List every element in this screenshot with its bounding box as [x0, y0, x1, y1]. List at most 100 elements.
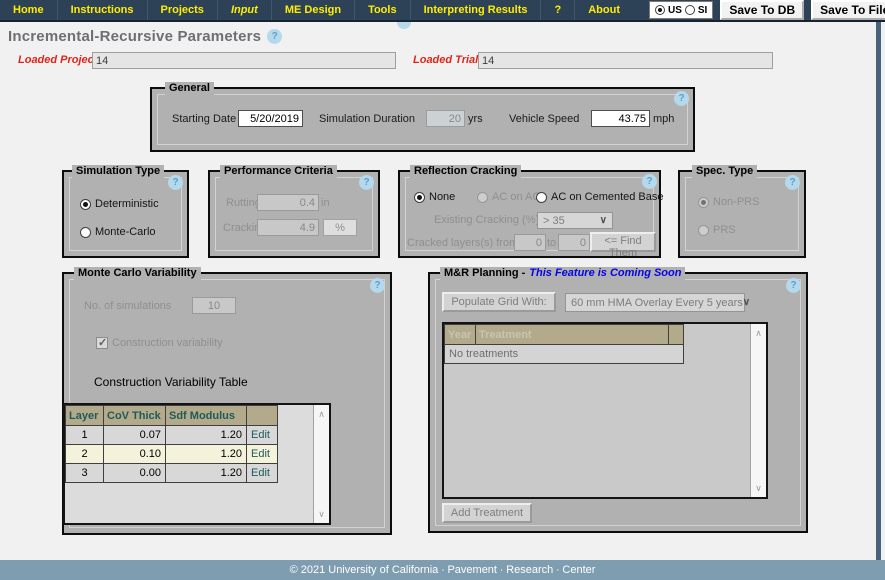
existing-cracking-dropdown: > 35 ∨ [537, 212, 613, 229]
loaded-project-label: Loaded Project: [18, 54, 101, 66]
simulation-type-title: Simulation Type [72, 165, 164, 178]
mr-planning-panel: M&R Planning - This Feature is Coming So… [428, 272, 808, 533]
us-units-label: US [668, 5, 682, 16]
col-sdf-modulus: Sdf Modulus [166, 406, 247, 426]
cell-cov: 0.07 [104, 426, 166, 445]
spec-type-groupbox [685, 177, 799, 251]
num-simulations-field [192, 297, 236, 314]
edit-link[interactable]: Edit [247, 464, 278, 483]
nav-item-projects[interactable]: Projects [147, 0, 217, 20]
chevron-down-icon: ∨ [743, 297, 750, 308]
nav-item-input[interactable]: Input [217, 0, 271, 20]
save-to-file-button[interactable]: Save To File [811, 0, 885, 20]
mr-planning-help-icon[interactable]: ? [786, 278, 801, 293]
right-edge-strip [876, 22, 881, 560]
nav-item-tools[interactable]: Tools [354, 0, 410, 20]
title-row: Incremental-Recursive Parameters ? [8, 28, 282, 45]
mr-planning-title: M&R Planning - This Feature is Coming So… [440, 267, 685, 280]
monte-carlo-radio-icon [80, 227, 91, 238]
ac-on-cemented-radio-icon [536, 192, 547, 203]
radio-deterministic[interactable]: Deterministic [80, 198, 159, 210]
coming-soon-text: This Feature is Coming Soon [529, 267, 681, 280]
mc-scrollbar[interactable]: ∧ ∨ [313, 405, 329, 523]
us-units-radio[interactable] [655, 5, 665, 15]
vehicle-speed-field[interactable] [591, 110, 650, 127]
scroll-down-icon[interactable]: ∨ [314, 508, 329, 520]
simulation-duration-field [426, 110, 465, 127]
rutting-field [257, 194, 319, 211]
edit-link[interactable]: Edit [247, 426, 278, 445]
footer: © 2021 University of California ∙ Paveme… [0, 560, 885, 580]
vehicle-speed-label: Vehicle Speed [509, 113, 579, 125]
cell-layer: 2 [66, 445, 104, 464]
nav-item-interpreting-results[interactable]: Interpreting Results [410, 0, 541, 20]
edit-link[interactable]: Edit [247, 445, 278, 464]
mr-header-row: Year Treatment [445, 325, 684, 345]
monte-carlo-help-icon[interactable]: ? [370, 278, 385, 293]
spec-type-panel: Spec. Type ? Non-PRS PRS [678, 170, 806, 258]
cell-layer: 3 [66, 464, 104, 483]
nav-item-about[interactable]: About [574, 0, 633, 20]
col-action [247, 406, 278, 426]
loaded-project-field[interactable] [92, 52, 396, 69]
scroll-up-icon[interactable]: ∧ [314, 408, 329, 420]
starting-date-label: Starting Date [172, 113, 236, 125]
table-row: 1 0.07 1.20 Edit [66, 426, 278, 445]
nav-item-instructions[interactable]: Instructions [57, 0, 147, 20]
existing-cracking-label: Existing Cracking (%) [434, 214, 539, 226]
reflection-cracking-title: Reflection Cracking [410, 165, 521, 178]
simulation-duration-unit: yrs [468, 113, 483, 125]
simulation-type-help-icon[interactable]: ? [168, 175, 183, 190]
cracked-to-field [558, 234, 590, 251]
table-row: No treatments [445, 345, 684, 364]
populate-grid-button[interactable]: Populate Grid With: [442, 292, 556, 312]
table-row: 3 0.00 1.20 Edit [66, 464, 278, 483]
spec-type-help-icon[interactable]: ? [785, 175, 800, 190]
mr-scrollbar[interactable]: ∧ ∨ [750, 324, 766, 497]
radio-non-prs: Non-PRS [698, 196, 759, 208]
nav-item-help[interactable]: ? [540, 0, 574, 20]
simulation-duration-label: Simulation Duration [319, 113, 415, 125]
chevron-down-icon: ∨ [600, 215, 607, 226]
populate-option-dropdown: 60 mm HMA Overlay Every 5 years ∨ [565, 293, 745, 312]
scroll-down-icon[interactable]: ∨ [751, 482, 766, 494]
radio-none[interactable]: None [414, 191, 455, 203]
page-help-icon[interactable]: ? [267, 29, 282, 44]
reflection-cracking-help-icon[interactable]: ? [642, 174, 657, 189]
footer-text: © 2021 University of California ∙ Paveme… [290, 564, 596, 576]
general-help-icon[interactable]: ? [674, 91, 689, 106]
cracked-layers-label: Cracked layers(s) from [407, 237, 518, 249]
cracking-unit-box: % [323, 219, 357, 236]
loaded-trial-label: Loaded Trial: [413, 54, 482, 66]
performance-criteria-help-icon[interactable]: ? [359, 175, 374, 190]
none-radio-icon [414, 192, 425, 203]
radio-ac-on-cemented-base[interactable]: AC on Cemented Base [536, 191, 664, 203]
starting-date-field[interactable] [238, 110, 303, 127]
table-row: 2 0.10 1.20 Edit [66, 445, 278, 464]
add-treatment-button[interactable]: Add Treatment [442, 503, 532, 523]
save-to-db-button[interactable]: Save To DB [720, 0, 804, 20]
nav-item-me-design[interactable]: ME Design [271, 0, 354, 20]
find-them-button[interactable]: <= Find Them [590, 232, 656, 252]
cracked-from-field [514, 234, 546, 251]
construction-variability-table-title: Construction Variability Table [94, 375, 248, 389]
si-units-label: SI [698, 5, 707, 16]
simulation-type-groupbox [69, 177, 182, 251]
radio-ac-on-ac: AC on AC [477, 191, 540, 203]
cell-sdf: 1.20 [166, 426, 247, 445]
si-units-radio[interactable] [685, 5, 695, 15]
page-title: Incremental-Recursive Parameters [8, 28, 261, 45]
cell-cov: 0.10 [104, 445, 166, 464]
scroll-up-icon[interactable]: ∧ [751, 327, 766, 339]
loaded-trial-field[interactable] [478, 52, 773, 69]
rutting-unit: in [321, 197, 330, 209]
treatments-table: Year Treatment No treatments ∧ ∨ [442, 322, 768, 499]
nav-item-home[interactable]: Home [0, 0, 57, 20]
radio-prs: PRS [698, 224, 736, 236]
tooltip-bump [397, 22, 411, 29]
to-label: to [547, 237, 556, 249]
prs-radio-icon [698, 225, 709, 236]
radio-monte-carlo[interactable]: Monte-Carlo [80, 226, 156, 238]
mc-header-row: Layer CoV Thick Sdf Modulus [66, 406, 278, 426]
simulation-type-panel: Simulation Type ? Deterministic Monte-Ca… [62, 170, 189, 258]
